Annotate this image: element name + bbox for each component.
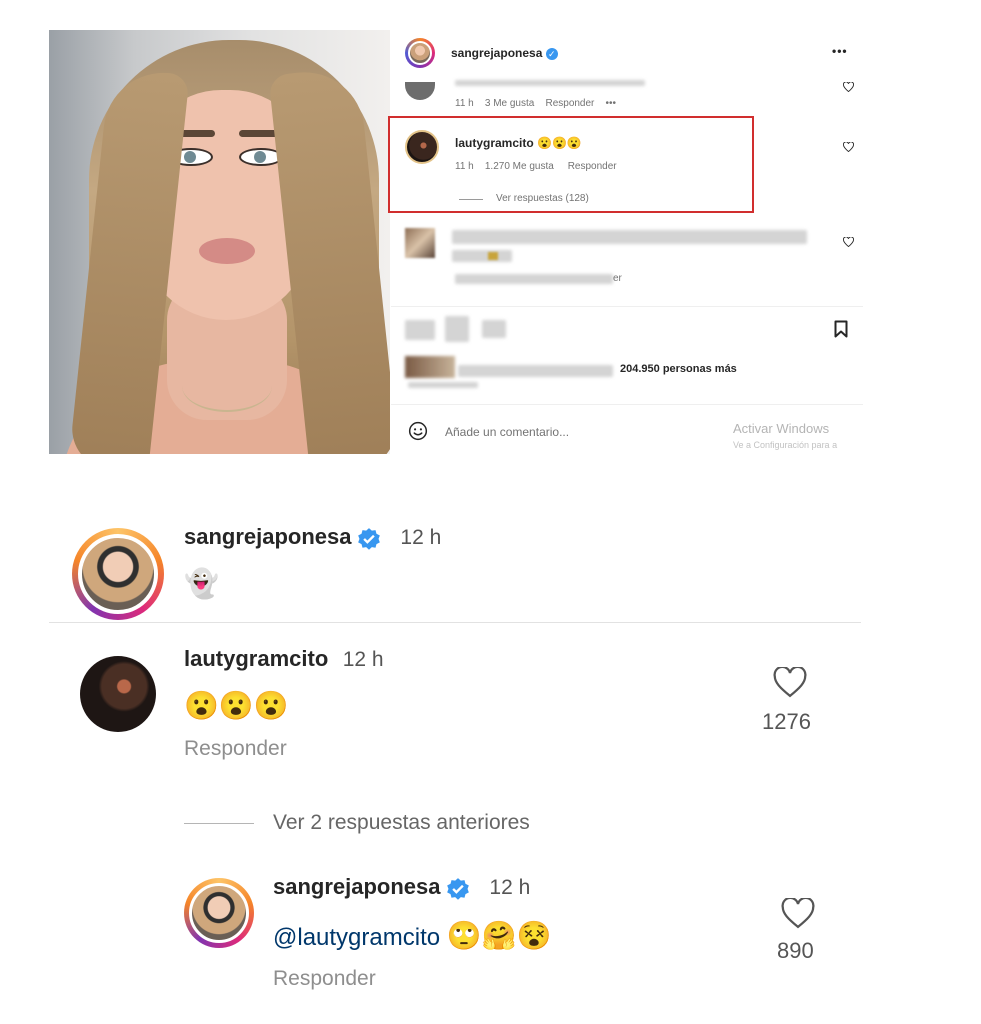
windows-activation-title: Activar Windows [733,421,830,436]
bookmark-icon[interactable] [834,320,848,338]
comment-text: 😮😮😮 [184,690,289,721]
post-caption: 👻 [184,568,219,599]
prev-like-heart-icon[interactable] [843,82,854,92]
divider [391,404,863,405]
reply-like-heart-icon[interactable] [781,898,815,929]
comment-reply-button[interactable]: Responder [184,737,287,761]
selfie-photo [49,30,390,454]
reply-reply-button[interactable]: Responder [273,967,376,991]
windows-activation-subtitle: Ve a Configuración para a [733,440,838,450]
highlight-reply[interactable]: Responder [568,161,617,172]
highlight-likes[interactable]: 1.270 Me gusta [485,161,554,172]
comment-time: 12 h [342,648,384,671]
blurred-like-action [405,320,435,340]
view-previous-replies-link[interactable]: Ver 2 respuestas anteriores [273,811,530,835]
blurred-comment-line2 [452,250,512,262]
blurred-comment-line1 [452,230,807,244]
lautygramcito-avatar-small[interactable] [405,130,439,164]
blurred-emoji [488,252,498,260]
view-replies-link[interactable]: Ver respuestas (128) [496,193,589,204]
verified-badge-icon: ✓ [545,47,558,60]
highlight-like-heart-icon[interactable] [843,142,854,152]
lautygramcito-avatar[interactable] [80,656,156,732]
reply-username[interactable]: sangrejaponesa [273,874,441,899]
header-username[interactable]: sangrejaponesa [451,46,542,60]
header-avatar[interactable] [405,38,435,68]
prev-comment-likes[interactable]: 3 Me gusta [485,98,534,109]
post-author-avatar[interactable] [72,528,164,620]
highlight-comment-text: 😮😮😮 [537,136,582,150]
blurred-comment-action [445,316,469,342]
blurred-fragment-text: er [613,273,622,284]
blurred-liker-avatars [405,356,455,378]
highlight-username[interactable]: lautygramcito [455,136,534,150]
divider [49,622,861,623]
blurred-share-action [482,320,506,338]
reply-author-avatar[interactable] [184,878,254,948]
reply-mention-link[interactable]: @lautygramcito [273,924,440,951]
post-time: 12 h [400,526,442,549]
prev-comment-more[interactable]: ••• [606,98,617,109]
liked-by-count[interactable]: 204.950 personas más [620,363,737,375]
blurred-prev-comment [455,80,645,86]
verified-badge-icon [358,527,380,550]
comment-like-count: 1276 [762,709,811,734]
post-author-username[interactable]: sangrejaponesa [184,524,352,549]
add-comment-input[interactable]: Añade un comentario... [445,425,569,439]
blurred-comment-meta [455,274,613,284]
blurred-avatar [405,228,435,258]
emoji-picker-icon[interactable] [408,421,428,441]
view-replies-line [459,199,483,200]
blurred-liked-by-name [458,365,613,377]
blurred-post-date [408,382,478,388]
reply-like-count: 890 [777,938,814,963]
view-previous-line [184,823,254,824]
reply-time: 12 h [489,876,531,899]
comment-like-heart-icon[interactable] [773,667,807,698]
prev-comment-reply[interactable]: Responder [545,98,594,109]
divider [391,306,863,307]
reply-emojis: 🙄🤗😵 [446,920,552,951]
more-options-icon[interactable]: ••• [832,44,848,58]
highlight-time: 11 h [455,161,474,172]
blurred-like-heart-icon[interactable] [843,237,854,247]
verified-badge-icon [447,877,469,900]
comment-username[interactable]: lautygramcito [184,646,328,671]
prev-comment-time: 11 h [455,98,474,109]
